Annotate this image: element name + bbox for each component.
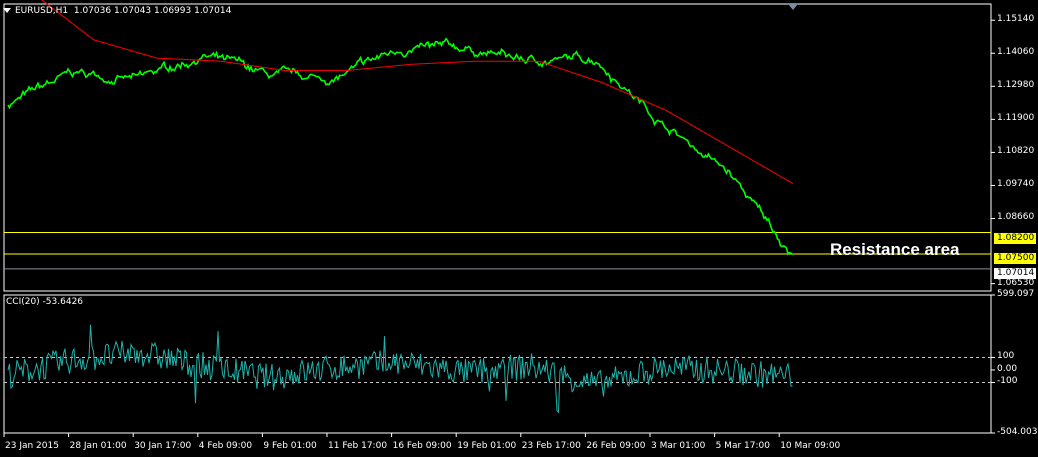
cci-tick-label: 0.00 bbox=[997, 363, 1018, 374]
shift-marker-icon bbox=[788, 4, 798, 10]
price-line bbox=[7, 37, 794, 256]
chart-header: EURUSD,H1 1.07036 1.07043 1.06993 1.0701… bbox=[3, 6, 231, 16]
x-tick-label: 23 Jan 2015 bbox=[5, 441, 59, 451]
zone-upper-badge: 1.08200 bbox=[994, 233, 1036, 244]
x-tick-label: 26 Feb 09:00 bbox=[586, 441, 646, 451]
x-tick-label: 5 Mar 17:00 bbox=[715, 441, 770, 451]
price-tick-label: 1.06530 bbox=[997, 277, 1035, 288]
price-tick-label: 1.08660 bbox=[997, 212, 1035, 223]
cci-header: CCI(20) -53.6426 bbox=[6, 297, 84, 307]
ohlc-label: 1.07036 1.07043 1.06993 1.07014 bbox=[73, 6, 232, 16]
cci-tick-label: -504.003 bbox=[997, 427, 1038, 437]
x-tick-label: 23 Feb 17:00 bbox=[521, 441, 581, 451]
moving-average-line bbox=[41, 0, 794, 185]
x-tick-label: 28 Jan 01:00 bbox=[69, 441, 127, 451]
price-tick-label: 1.11900 bbox=[997, 113, 1035, 124]
zone-lower-badge: 1.07500 bbox=[994, 253, 1036, 264]
chart-canvas bbox=[3, 0, 995, 437]
x-tick-label: 16 Feb 09:00 bbox=[392, 441, 452, 451]
cci-pane-frame bbox=[3, 294, 992, 434]
symbol-label: EURUSD,H1 bbox=[15, 6, 69, 16]
x-tick-label: 3 Mar 01:00 bbox=[651, 441, 706, 451]
x-tick-label: 11 Feb 17:00 bbox=[328, 441, 388, 451]
price-tick-label: 1.10820 bbox=[997, 146, 1035, 157]
current-price-badge: 1.07014 bbox=[994, 268, 1036, 279]
price-tick-label: 1.09740 bbox=[997, 179, 1035, 190]
cci-line bbox=[7, 324, 793, 414]
price-tick-label: 1.14060 bbox=[997, 47, 1035, 58]
x-tick-label: 19 Feb 01:00 bbox=[457, 441, 517, 451]
x-tick-label: 30 Jan 17:00 bbox=[134, 441, 192, 451]
x-tick-label: 10 Mar 09:00 bbox=[780, 441, 841, 451]
x-tick-label: 4 Feb 09:00 bbox=[198, 441, 253, 451]
cci-tick-label: 100 bbox=[997, 351, 1015, 362]
dropdown-triangle-icon[interactable] bbox=[3, 8, 11, 13]
cci-tick-label: 599.097 bbox=[997, 289, 1035, 299]
resistance-annotation: Resistance area bbox=[830, 240, 960, 259]
x-tick-label: 9 Feb 01:00 bbox=[263, 441, 317, 451]
price-tick-label: 1.15140 bbox=[997, 14, 1035, 25]
cci-tick-label: -100 bbox=[997, 376, 1018, 387]
price-tick-label: 1.12980 bbox=[997, 80, 1035, 91]
